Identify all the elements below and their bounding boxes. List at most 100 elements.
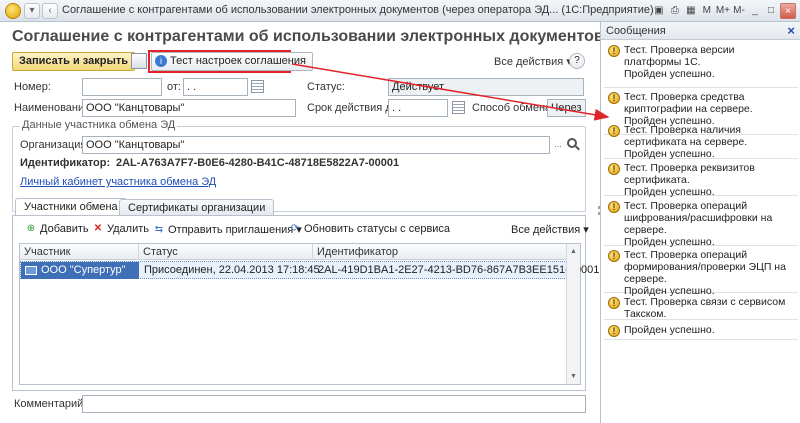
scroll-down-icon[interactable]: ▼ <box>567 370 580 383</box>
add-button[interactable]: ⊕ Добавить <box>25 223 89 235</box>
message-text: Тест. Проверка реквизитов сертификата. П… <box>624 162 755 198</box>
tab-participants[interactable]: Участники обмена <box>15 198 127 216</box>
organization-field[interactable]: ООО "Канцтовары" <box>82 136 550 154</box>
save-and-close-button[interactable]: Записать и закрыть <box>12 52 136 71</box>
back-icon[interactable]: ‹ <box>42 3 58 19</box>
message-text: Пройден успешно. <box>624 324 715 336</box>
messages-title: Сообщения <box>606 25 666 37</box>
test-settings-button[interactable]: i Тест настроек соглашения <box>151 52 313 71</box>
warning-icon: ! <box>608 92 620 104</box>
validity-date-field[interactable]: . . <box>388 99 448 117</box>
exchange-method-field[interactable]: Через о <box>547 99 586 117</box>
message-item[interactable]: ! Пройден успешно. <box>604 322 798 340</box>
close-icon[interactable]: × <box>780 3 796 19</box>
message-item[interactable]: ! Тест. Проверка реквизитов сертификата.… <box>604 160 798 198</box>
save-icon[interactable] <box>131 53 147 69</box>
all-actions-menu[interactable]: Все действия ▾ <box>494 55 572 68</box>
send-invitations-label: Отправить приглашения <box>168 223 294 236</box>
participant-cell[interactable]: ООО "Супертур" <box>21 262 139 279</box>
participants-table: Участник Статус Идентификатор ООО "Супер… <box>19 243 599 385</box>
delete-label: Удалить <box>107 223 149 235</box>
organization-label: Организация: <box>20 139 90 151</box>
warning-icon: ! <box>608 325 620 337</box>
status-cell[interactable]: Присоединен, 22.04.2013 17:18:45 <box>140 262 320 279</box>
participant-value: ООО "Супертур" <box>41 264 126 276</box>
column-status[interactable]: Статус <box>139 244 313 260</box>
minimize-icon[interactable]: _ <box>748 3 762 19</box>
message-item[interactable]: ! Тест. Проверка связи с сервисом Такско… <box>604 294 798 320</box>
from-date-field[interactable]: . . <box>183 78 248 96</box>
warning-icon: ! <box>608 125 620 137</box>
send-invitations-button[interactable]: ⇆ Отправить приглашения ▾ <box>153 223 302 237</box>
message-text: Тест. Проверка связи с сервисом Такском. <box>624 296 786 320</box>
warning-icon: ! <box>608 297 620 309</box>
chevron-down-icon: ▾ <box>583 224 589 236</box>
from-label: от: <box>167 81 181 93</box>
table-scrollbar[interactable]: ▲ ▼ <box>566 244 580 384</box>
calendar-icon[interactable] <box>452 101 465 114</box>
all-actions-label: Все действия <box>494 56 564 68</box>
memory-plus-button[interactable]: M+ <box>716 3 730 19</box>
exchange-method-label: Способ обмена: <box>472 102 555 114</box>
scroll-up-icon[interactable]: ▲ <box>567 245 580 258</box>
search-icon[interactable] <box>567 138 577 148</box>
maximize-icon[interactable]: □ <box>764 3 778 19</box>
column-participant[interactable]: Участник <box>20 244 139 260</box>
refresh-icon: ⟳ <box>290 223 300 234</box>
number-label: Номер: <box>14 81 51 93</box>
identifier-value: 2AL-A763A7F7-B0E6-4280-B41C-48718E5822A7… <box>116 157 400 169</box>
message-text: Тест. Проверка операций шифрования/расши… <box>624 200 773 248</box>
message-item[interactable]: ! Тест. Проверка версии платформы 1С. Пр… <box>604 42 798 88</box>
message-text: Тест. Проверка операций формирования/про… <box>624 249 786 297</box>
memory-m-button[interactable]: M <box>700 3 714 19</box>
print-icon[interactable]: ⎙ <box>668 3 682 19</box>
info-icon: i <box>155 55 167 67</box>
add-icon: ⊕ <box>26 223 36 234</box>
tab-all-actions-menu[interactable]: Все действия ▾ <box>511 223 589 237</box>
warning-icon: ! <box>608 250 620 262</box>
name-field[interactable]: ООО "Канцтовары" <box>82 99 296 117</box>
calendar-icon[interactable] <box>251 80 264 93</box>
app-logo-icon[interactable] <box>5 3 21 19</box>
participant-card-icon <box>25 266 37 275</box>
participant-group-title: Данные участника обмена ЭД <box>20 119 178 131</box>
window-titlebar: ▾ ‹ Соглашение с контрагентами об исполь… <box>0 0 800 22</box>
update-statuses-label: Обновить статусы с сервиса <box>304 223 451 235</box>
message-item[interactable]: ! Тест. Проверка операций формирования/п… <box>604 247 798 297</box>
agreement-form: Соглашение с контрагентами об использова… <box>0 22 664 423</box>
table-header: Участник Статус Идентификатор <box>20 244 580 260</box>
validity-label: Срок действия до: <box>307 102 401 114</box>
status-label: Статус: <box>307 81 345 93</box>
identifier-label: Идентификатор: <box>20 157 111 169</box>
send-icon: ⇆ <box>154 223 164 235</box>
calendar-icon[interactable]: ▦ <box>684 3 698 19</box>
add-label: Добавить <box>40 223 89 235</box>
warning-icon: ! <box>608 45 620 57</box>
update-statuses-button[interactable]: ⟳ Обновить статусы с сервиса <box>289 223 450 235</box>
memory-minus-button[interactable]: M- <box>732 3 746 19</box>
messages-panel: Сообщения × ! Тест. Проверка версии плат… <box>600 22 800 423</box>
page-title: Соглашение с контрагентами об использова… <box>12 28 664 45</box>
column-identifier[interactable]: Идентификатор <box>313 244 567 260</box>
warning-icon: ! <box>608 163 620 175</box>
status-field: Действует <box>388 78 584 96</box>
table-row[interactable]: ООО "Супертур" Присоединен, 22.04.2013 1… <box>20 261 599 279</box>
number-field[interactable] <box>82 78 162 96</box>
organization-ellipsis-icon[interactable]: … <box>552 137 564 153</box>
save-icon[interactable]: ▣ <box>652 3 666 19</box>
identifier-cell[interactable]: 2AL-419D1BA1-2E27-4213-BD76-867A7B3EE151… <box>314 262 599 279</box>
comment-label: Комментарий: <box>14 398 87 410</box>
test-settings-label: Тест настроек соглашения <box>170 55 306 67</box>
help-icon[interactable]: ? <box>569 53 585 69</box>
close-messages-icon[interactable]: × <box>787 23 795 38</box>
message-item[interactable]: ! Тест. Проверка операций шифрования/рас… <box>604 198 798 248</box>
delete-button[interactable]: ✕ Удалить <box>92 223 149 235</box>
menu-dropdown-icon[interactable]: ▾ <box>24 3 40 19</box>
warning-icon: ! <box>608 201 620 213</box>
tab-all-actions-label: Все действия <box>511 223 581 236</box>
tab-certificates[interactable]: Сертификаты организации <box>119 199 275 216</box>
personal-cabinet-link[interactable]: Личный кабинет участника обмена ЭД <box>20 176 216 188</box>
message-item[interactable]: ! Тест. Проверка наличия сертификата на … <box>604 122 798 160</box>
comment-field[interactable] <box>82 395 586 413</box>
message-text: Тест. Проверка наличия сертификата на се… <box>624 124 748 160</box>
